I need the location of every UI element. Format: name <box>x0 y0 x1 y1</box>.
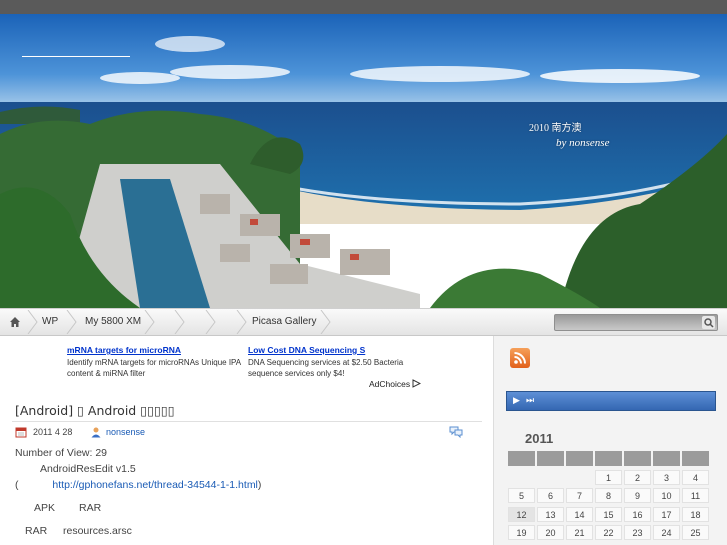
audio-player[interactable]: ▶ ⏭ <box>506 391 716 411</box>
banner-caption: 2010 南方澳 by nonsense <box>529 122 609 150</box>
calendar-day[interactable]: 14 <box>566 507 593 522</box>
user-icon <box>91 427 101 438</box>
calendar-day[interactable]: 7 <box>566 488 593 503</box>
calendar-day[interactable]: 20 <box>537 525 564 540</box>
calendar-day[interactable]: 3 <box>653 470 680 485</box>
rss-icon[interactable] <box>510 348 530 368</box>
calendar-weekday-header <box>624 451 651 466</box>
calendar-day[interactable]: 5 <box>508 488 535 503</box>
ad-title-link[interactable]: Low Cost DNA Sequencing S <box>248 345 426 356</box>
calendar-day[interactable]: 18 <box>682 507 709 522</box>
post-date: 2011 4 28 <box>33 427 73 437</box>
paren-open: ( <box>15 479 19 491</box>
rar-line-a: RAR <box>25 525 48 537</box>
source-url-link[interactable]: http://gphonefans.net/thread-34544-1-1.h… <box>52 479 257 491</box>
ad-title-link[interactable]: mRNA targets for microRNA <box>67 345 245 356</box>
post-author-link[interactable]: nonsense <box>106 427 145 437</box>
calendar-day[interactable]: 10 <box>653 488 680 503</box>
nav-separator <box>236 310 247 334</box>
adchoices-icon <box>412 379 422 388</box>
calendar-day[interactable]: 21 <box>566 525 593 540</box>
calendar-weekday-header <box>653 451 680 466</box>
calendar-day[interactable]: 6 <box>537 488 564 503</box>
nav-separator <box>66 310 77 334</box>
calendar-icon <box>15 427 27 438</box>
nav-item-wp[interactable]: WP <box>42 309 58 335</box>
calendar-day[interactable]: 24 <box>653 525 680 540</box>
main-content: mRNA targets for microRNA Identify mRNA … <box>0 336 490 545</box>
coastal-landscape-image <box>0 14 727 308</box>
calendar-day[interactable]: 13 <box>537 507 564 522</box>
banner-byline: by nonsense <box>556 137 610 149</box>
ad-text: Identify mRNA targets for microRNAs Uniq… <box>67 358 241 378</box>
calendar-day[interactable]: 12 <box>508 507 535 522</box>
calendar-day[interactable]: 25 <box>682 525 709 540</box>
calendar-day[interactable]: 4 <box>682 470 709 485</box>
nav-separator <box>320 310 331 334</box>
ad-unit[interactable]: mRNA targets for microRNA Identify mRNA … <box>67 345 245 379</box>
play-icon[interactable]: ▶ <box>513 395 520 406</box>
ad-unit[interactable]: Low Cost DNA Sequencing S DNA Sequencing… <box>248 345 426 379</box>
calendar-day[interactable]: 9 <box>624 488 651 503</box>
calendar-weekday-header <box>682 451 709 466</box>
calendar-day[interactable]: 19 <box>508 525 535 540</box>
calendar-day[interactable]: 2 <box>624 470 651 485</box>
sidebar: ▶ ⏭ 2011 1 2 3 4 5 6 7 8 9 10 11 12 13 1… <box>493 336 727 545</box>
calendar-day[interactable]: 23 <box>624 525 651 540</box>
calendar-day[interactable]: 16 <box>624 507 651 522</box>
title-divider <box>12 421 482 422</box>
post-title[interactable]: [Android] ▯ Android ▯▯▯▯▯ <box>15 403 175 418</box>
paren-close: ) <box>257 479 262 491</box>
rar-line-b: resources.arsc <box>63 525 132 537</box>
adchoices-label: AdChoices <box>369 379 411 389</box>
rss-glyph <box>514 352 526 364</box>
header-banner-image: 2010 南方澳 by nonsense <box>0 14 727 308</box>
calendar-day[interactable]: 17 <box>653 507 680 522</box>
top-bar <box>0 0 727 14</box>
home-icon[interactable] <box>9 316 21 328</box>
search-icon[interactable] <box>702 316 715 329</box>
search-input[interactable] <box>554 314 718 331</box>
nav-separator <box>205 310 216 334</box>
calendar-weekday-header <box>508 451 535 466</box>
nav-separator <box>27 310 38 334</box>
apk-line-a: APK <box>34 502 56 514</box>
nav-item-my5800xm[interactable]: My 5800 XM <box>85 309 141 335</box>
calendar-day[interactable]: 11 <box>682 488 709 503</box>
source-line: ( http://gphonefans.net/thread-34544-1-1… <box>15 479 261 491</box>
nav-separator <box>174 310 185 334</box>
comment-icon[interactable] <box>449 426 463 438</box>
ad-text: DNA Sequencing services at $2.50 Bacteri… <box>248 358 404 378</box>
calendar-weekday-header <box>595 451 622 466</box>
banner-year-title: 2010 南方澳 <box>529 123 582 134</box>
calendar-day[interactable]: 1 <box>595 470 622 485</box>
post-meta: 2011 4 28 nonsense <box>15 426 467 440</box>
nav-separator <box>144 310 155 334</box>
view-count: Number of View: 29 <box>15 447 108 459</box>
next-track-icon[interactable]: ⏭ <box>526 395 534 406</box>
nav-item-picasa-gallery[interactable]: Picasa Gallery <box>252 309 316 335</box>
calendar-weekday-header <box>537 451 564 466</box>
calendar-day[interactable]: 8 <box>595 488 622 503</box>
calendar-day[interactable]: 22 <box>595 525 622 540</box>
tool-name: AndroidResEdit v1.5 <box>40 463 136 475</box>
calendar-year: 2011 <box>525 431 554 446</box>
calendar-day[interactable]: 15 <box>595 507 622 522</box>
adchoices-link[interactable]: AdChoices <box>369 379 422 389</box>
main-navigation: WP My 5800 XM Picasa Gallery <box>0 308 727 336</box>
apk-line-b: RAR <box>79 502 102 514</box>
calendar-weekday-header <box>566 451 593 466</box>
